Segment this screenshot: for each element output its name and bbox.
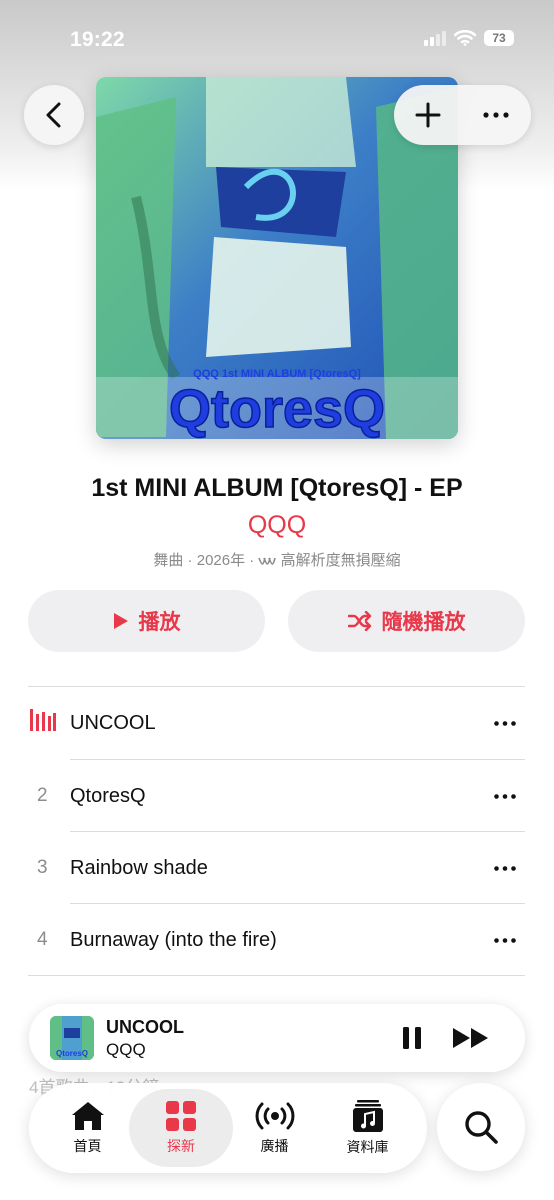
tab-discover[interactable]: 探新: [129, 1089, 233, 1167]
album-title: 1st MINI ALBUM [QtoresQ] - EP: [91, 474, 463, 502]
tab-radio[interactable]: 廣播: [227, 1083, 322, 1173]
plus-icon: [415, 102, 441, 128]
lossless-icon: [258, 557, 277, 565]
tab-label: 資料庫: [346, 1138, 389, 1155]
more-options-button[interactable]: [466, 85, 526, 145]
chevron-left-icon: [46, 102, 61, 128]
album-genre-year: 舞曲 · 2026年 ·: [153, 552, 259, 569]
wifi-icon: [454, 30, 476, 46]
now-playing-bars-icon: [28, 709, 70, 737]
play-button[interactable]: 播放: [28, 590, 265, 652]
back-button[interactable]: [24, 85, 84, 145]
fast-forward-icon: [453, 1028, 488, 1048]
pause-icon: [403, 1027, 421, 1049]
track-row-1[interactable]: UNCOOL: [28, 687, 525, 759]
play-icon: [113, 613, 128, 629]
track-number: 2: [37, 785, 48, 806]
tab-label: 廣播: [260, 1137, 289, 1154]
tab-library[interactable]: 資料庫: [320, 1083, 415, 1173]
track-title: Burnaway (into the fire): [70, 928, 277, 951]
house-icon: [71, 1101, 104, 1130]
tab-label: 首頁: [73, 1137, 102, 1154]
tab-home[interactable]: 首頁: [40, 1083, 135, 1173]
track-row-2[interactable]: 2 QtoresQ: [28, 760, 525, 832]
track-title: Rainbow shade: [70, 856, 208, 879]
next-track-button[interactable]: [451, 1022, 491, 1054]
status-time: 19:22: [70, 28, 125, 51]
track-more-button[interactable]: [485, 848, 525, 888]
search-button[interactable]: [437, 1083, 525, 1171]
tab-bar: 首頁 探新 廣播 資料庫: [29, 1083, 427, 1173]
mini-player-artwork: QtoresQ: [50, 1016, 94, 1060]
album-meta: 舞曲 · 2026年 · 高解析度無損壓縮: [0, 549, 554, 570]
play-label: 播放: [138, 611, 181, 634]
album-artist-link[interactable]: QQQ: [0, 511, 554, 540]
track-number: 3: [37, 857, 48, 878]
grid-icon: [166, 1100, 196, 1131]
track-row-3[interactable]: 3 Rainbow shade: [28, 832, 525, 904]
search-icon: [465, 1111, 498, 1144]
library-icon: [352, 1099, 383, 1132]
track-title: UNCOOL: [70, 711, 156, 734]
ellipsis-icon: [483, 112, 509, 118]
track-row-4[interactable]: 4 Burnaway (into the fire): [28, 904, 525, 976]
track-more-button[interactable]: [485, 920, 525, 960]
mini-art-text: QtoresQ: [56, 1049, 88, 1058]
lossless-label: 高解析度無損壓縮: [280, 552, 401, 569]
cellular-signal-icon: [424, 30, 446, 46]
status-indicators: 73: [424, 30, 514, 46]
add-to-library-button[interactable]: [398, 85, 458, 145]
track-more-button[interactable]: [485, 703, 525, 743]
broadcast-icon: [255, 1102, 294, 1129]
ellipsis-icon: [494, 793, 516, 799]
mini-player-title: UNCOOL: [106, 1017, 184, 1037]
mini-player-artist: QQQ: [106, 1040, 146, 1059]
ellipsis-icon: [494, 937, 516, 943]
track-more-button[interactable]: [485, 776, 525, 816]
pause-button[interactable]: [397, 1022, 427, 1054]
mini-player[interactable]: QtoresQ UNCOOL QQQ: [29, 1004, 525, 1072]
battery-indicator: 73: [484, 30, 514, 46]
tab-label: 探新: [167, 1137, 195, 1154]
track-title: QtoresQ: [70, 784, 146, 807]
track-number: 4: [37, 929, 48, 950]
cover-logo-text: QtoresQ: [169, 379, 385, 439]
ellipsis-icon: [494, 720, 516, 726]
divider: [28, 975, 525, 976]
shuffle-icon: [347, 611, 371, 631]
header-actions: [394, 85, 531, 145]
shuffle-label: 隨機播放: [381, 611, 466, 634]
shuffle-button[interactable]: 隨機播放: [288, 590, 525, 652]
ellipsis-icon: [494, 865, 516, 871]
